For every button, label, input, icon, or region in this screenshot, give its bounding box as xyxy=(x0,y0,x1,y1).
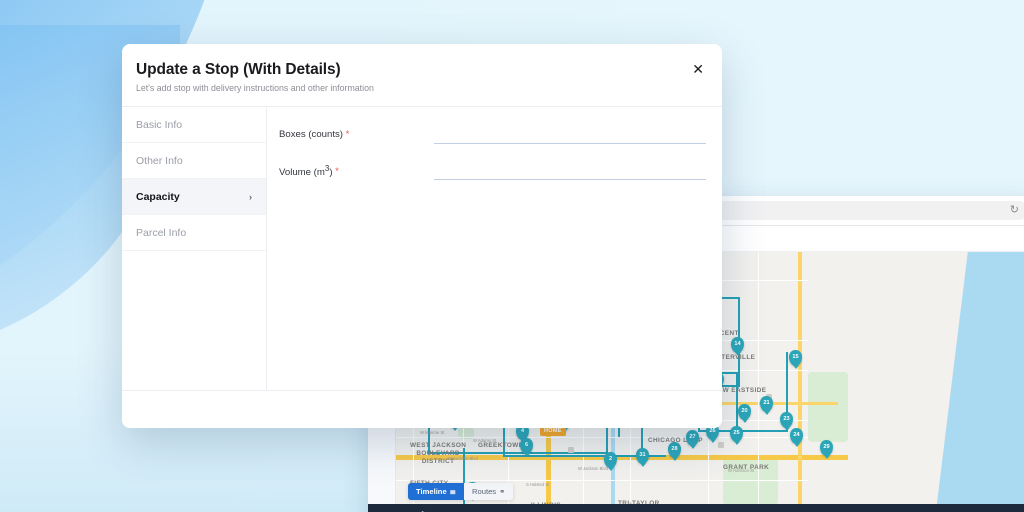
map-arterial xyxy=(798,252,802,512)
tab-timeline[interactable]: Timeline ≣ xyxy=(408,483,465,500)
modal-nav-item-label: Capacity xyxy=(136,190,180,203)
map-street-label: W Jackson Blvd xyxy=(578,466,608,471)
page-title: Update a Stop (With Details) xyxy=(136,61,341,78)
modal-nav-item-parcel-info[interactable]: Parcel Info xyxy=(122,215,266,251)
close-icon[interactable]: ✕ xyxy=(692,62,704,76)
map-poi xyxy=(568,447,574,453)
field-label-text: Boxes (counts) xyxy=(279,129,343,140)
field-label: Boxes (counts) * xyxy=(279,129,434,140)
modal-sidebar-nav: Basic Info Other Info Capacity › Parcel Info xyxy=(122,107,267,390)
chevron-right-icon: › xyxy=(249,191,252,202)
map-street-label: W Jackson Blvd xyxy=(448,456,478,461)
required-indicator: * xyxy=(343,129,350,140)
modal-header: Update a Stop (With Details) Let's add s… xyxy=(122,44,722,107)
field-label: Volume (m3) * xyxy=(279,163,434,177)
route-path-segment xyxy=(463,448,583,510)
reload-icon[interactable]: ↻ xyxy=(1010,205,1019,216)
map-area-label: GREEKTOWN xyxy=(478,442,524,449)
timeline-routes-tabs: Timeline ≣ Routes ⚭ xyxy=(408,483,514,500)
capacity-form: Boxes (counts) * Volume (m3) * xyxy=(267,107,722,390)
modal-nav-item-label: Parcel Info xyxy=(136,226,187,239)
update-stop-modal: Update a Stop (With Details) Let's add s… xyxy=(122,44,722,428)
modal-body: Basic Info Other Info Capacity › Parcel Info… xyxy=(122,107,722,390)
modal-nav-item-other-info[interactable]: Other Info xyxy=(122,143,266,179)
modal-footer xyxy=(122,390,722,428)
tab-timeline-label: Timeline xyxy=(416,487,447,496)
form-row: Volume (m3) * xyxy=(279,161,706,180)
form-row: Boxes (counts) * xyxy=(279,125,706,144)
route-icon: ⚭ xyxy=(499,487,506,496)
modal-nav-item-basic-info[interactable]: Basic Info xyxy=(122,107,266,143)
map-street-label: S Halsted St xyxy=(526,482,550,487)
map-park xyxy=(808,372,848,442)
timeline-bar: ✓ Driver ⏱ 60 Min › 08:0009:0010:0011:00… xyxy=(368,504,1024,512)
tab-routes[interactable]: Routes ⚭ xyxy=(464,483,514,500)
map-street-label: W Adams St xyxy=(473,438,497,443)
field-label-text: Volume (m3) xyxy=(279,163,333,178)
list-icon: ≣ xyxy=(449,487,457,496)
field-input-boxes[interactable] xyxy=(434,125,706,144)
screenshot-root: ↻ s (33) › 2 Assign Drivers (1) › 3 Revi… xyxy=(0,0,1024,512)
modal-nav-item-label: Basic Info xyxy=(136,118,183,131)
map-street-label: W Monroe St xyxy=(420,430,445,435)
modal-nav-item-label: Other Info xyxy=(136,154,183,167)
map-street-label: W Harrison St xyxy=(728,468,755,473)
modal-nav-item-capacity[interactable]: Capacity › xyxy=(122,179,266,215)
required-indicator: * xyxy=(332,166,339,178)
modal-subtitle: Let's add stop with delivery instruction… xyxy=(136,83,374,93)
map-poi xyxy=(718,442,724,448)
tab-routes-label: Routes xyxy=(472,487,497,496)
map-area-label: WEST JACKSON BOULEVARD DISTRICT xyxy=(410,442,467,465)
field-input-volume[interactable] xyxy=(434,161,706,180)
